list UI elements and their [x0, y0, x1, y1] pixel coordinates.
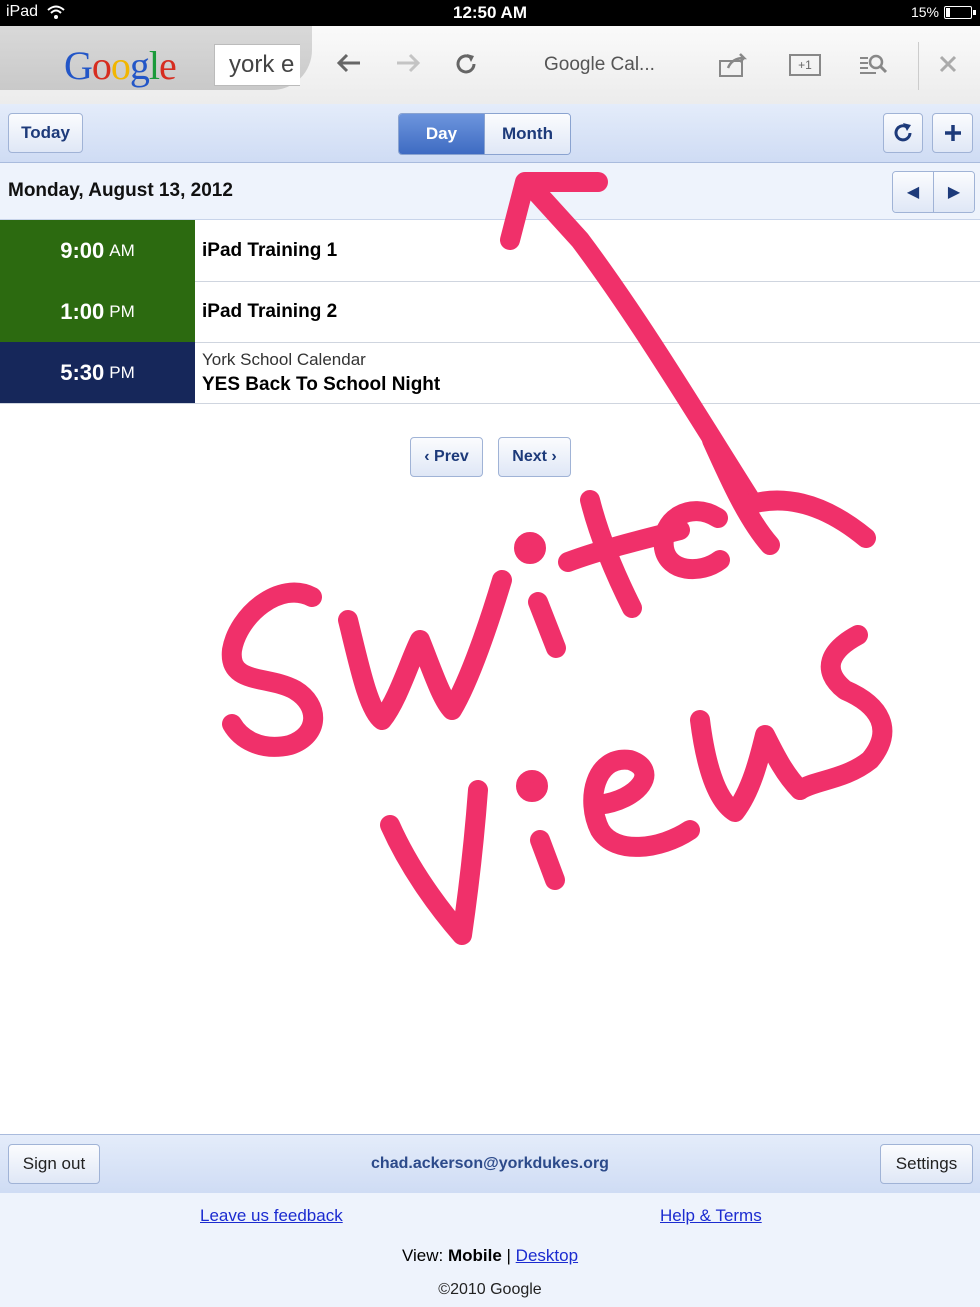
desktop-view-link[interactable]: Desktop — [516, 1246, 578, 1265]
add-event-button[interactable] — [932, 113, 973, 153]
find-in-page-icon[interactable] — [858, 52, 888, 76]
refresh-icon — [894, 123, 912, 142]
previous-day-button[interactable]: ◀ — [893, 172, 933, 212]
account-bar: Sign out chad.ackerson@yorkdukes.org Set… — [0, 1134, 980, 1194]
share-icon[interactable] — [718, 52, 750, 78]
view-separator: | — [506, 1246, 511, 1265]
view-mobile: Mobile — [447, 1246, 502, 1265]
view-mode-line: View: Mobile | Desktop — [0, 1246, 980, 1266]
current-date: Monday, August 13, 2012 — [8, 180, 233, 201]
today-button[interactable]: Today — [8, 113, 83, 153]
event-title: iPad Training 2 — [202, 301, 338, 322]
copyright: ©2010 Google — [438, 1281, 542, 1298]
back-icon[interactable] — [336, 52, 362, 74]
search-input[interactable]: york e — [214, 44, 300, 86]
settings-button[interactable]: Settings — [880, 1144, 973, 1184]
event-row[interactable]: 5:30 PM York School Calendar YES Back To … — [0, 342, 980, 404]
triangle-right-icon: ▶ — [947, 184, 961, 201]
page-title: Google Cal... — [544, 54, 655, 75]
toolbar-divider — [918, 42, 919, 90]
footer: Leave us feedback Help & Terms View: Mob… — [0, 1193, 980, 1307]
status-time: 12:50 AM — [452, 3, 527, 22]
calendar-header: Today Day Month — [0, 104, 980, 163]
plus-icon — [944, 125, 961, 141]
next-page-button[interactable]: Next › — [498, 437, 571, 477]
event-time: 9:00 AM — [0, 220, 195, 281]
close-icon[interactable] — [938, 54, 958, 74]
view-label: View: — [401, 1246, 444, 1265]
date-bar: Monday, August 13, 2012 ◀ ▶ — [0, 163, 980, 220]
feedback-link[interactable]: Leave us feedback — [200, 1206, 343, 1226]
event-title: YES Back To School Night — [202, 374, 441, 395]
google-logo[interactable]: Google — [64, 42, 177, 89]
plus-one-button[interactable]: +1 — [789, 54, 821, 76]
event-time: 5:30 PM — [0, 342, 195, 403]
status-bar: iPad 12:50 AM 15% — [0, 0, 980, 26]
tab-month[interactable]: Month — [484, 114, 570, 154]
event-row[interactable]: 9:00 AM iPad Training 1 — [0, 220, 980, 282]
browser-toolbar: Google york e Google Cal... +1 — [0, 26, 980, 105]
search-tab: Google york e — [0, 26, 312, 90]
battery-icon — [944, 5, 976, 19]
battery-percent: 15% — [910, 4, 939, 20]
reload-icon[interactable] — [454, 52, 478, 76]
tab-day[interactable]: Day — [399, 114, 484, 154]
event-time: 1:00 PM — [0, 281, 195, 342]
date-navigation: ◀ ▶ — [892, 171, 975, 213]
forward-icon[interactable] — [395, 52, 421, 74]
refresh-button[interactable] — [883, 113, 923, 153]
help-terms-link[interactable]: Help & Terms — [660, 1206, 762, 1226]
view-switcher: Day Month — [398, 113, 571, 155]
event-row[interactable]: 1:00 PM iPad Training 2 — [0, 281, 980, 343]
triangle-left-icon: ◀ — [906, 184, 920, 201]
event-title: iPad Training 1 — [202, 240, 338, 261]
event-calendar-name: York School Calendar — [202, 350, 366, 369]
account-email: chad.ackerson@yorkdukes.org — [371, 1155, 609, 1172]
next-day-button[interactable]: ▶ — [933, 172, 974, 212]
prev-page-button[interactable]: ‹ Prev — [410, 437, 483, 477]
